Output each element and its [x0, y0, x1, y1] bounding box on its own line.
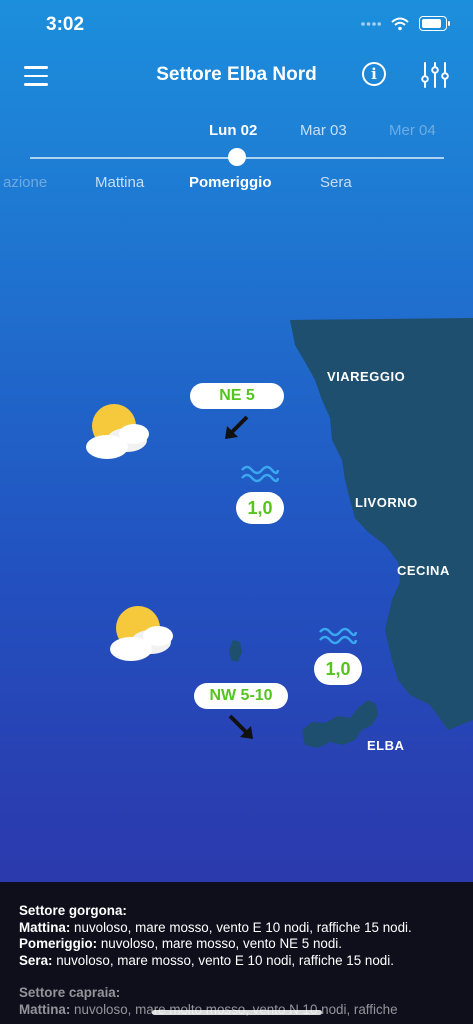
city-label-cecina: CECINA [397, 563, 450, 578]
day-tab-1[interactable]: Mar 03 [300, 122, 347, 139]
wind-arrow-icon [228, 714, 253, 739]
battery-icon [419, 16, 450, 31]
wifi-icon [391, 17, 409, 30]
status-time: 3:02 [46, 14, 85, 35]
wave-badge-zone-1: 1,0 [236, 492, 284, 524]
forecast-line: Sera: nuvoloso, mare mosso, vento E 10 n… [19, 952, 394, 968]
period-tab-3[interactable]: Sera [320, 174, 352, 191]
info-icon[interactable]: i [362, 62, 386, 86]
sector-title: Settore capraia: [19, 985, 121, 1000]
period-tab-0[interactable]: azione [3, 174, 47, 191]
wind-arrow-icon [225, 415, 249, 439]
period-tab-2[interactable]: Pomeriggio [189, 174, 272, 191]
day-tab-0[interactable]: Lun 02 [209, 122, 257, 139]
menu-icon[interactable] [24, 66, 48, 86]
city-label-elba: ELBA [367, 738, 405, 753]
capraia-island [229, 640, 242, 662]
home-indicator[interactable] [152, 1010, 322, 1015]
wind-badge-zone-2: NW 5-10 [194, 683, 288, 709]
period-tab-1[interactable]: Mattina [95, 174, 144, 191]
timeline-knob[interactable] [228, 148, 246, 166]
filter-sliders-icon[interactable] [420, 60, 450, 90]
forecast-line: Pomeriggio: nuvoloso, mare mosso, vento … [19, 936, 343, 951]
wave-icon [319, 627, 358, 645]
partly-cloudy-icon [86, 404, 149, 459]
wave-icon [241, 465, 280, 483]
wind-badge-zone-1: NE 5 [190, 383, 284, 409]
forecast-bulletin[interactable]: Settore gorgona: Mattina: nuvoloso, mare… [0, 882, 473, 1024]
sector-title: Settore gorgona: [19, 903, 127, 918]
partly-cloudy-icon [110, 606, 173, 661]
page-title: Settore Elba Nord [156, 64, 317, 85]
day-tab-2[interactable]: Mer 04 [389, 122, 436, 139]
wave-badge-zone-2: 1,0 [314, 653, 362, 685]
status-icons [361, 16, 450, 31]
city-label-viareggio: VIAREGGIO [327, 369, 406, 384]
city-label-livorno: LIVORNO [355, 495, 418, 510]
forecast-line: Mattina: nuvoloso, mare mosso, vento E 1… [19, 919, 412, 935]
signal-dots-icon [361, 21, 381, 26]
